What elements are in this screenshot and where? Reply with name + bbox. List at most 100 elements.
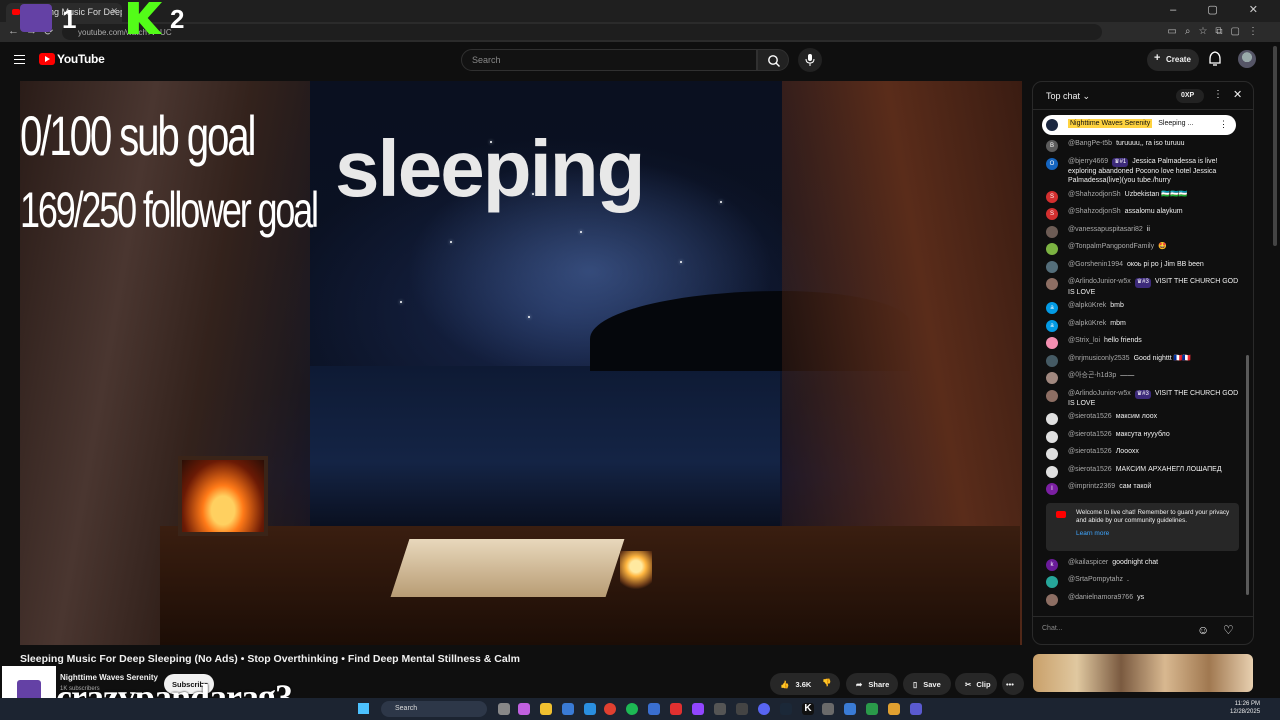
chat-message[interactable]: O @bjerry4669 ♛#1 Jessica Palmadessa is liv…: [1033, 155, 1247, 188]
discord-icon[interactable]: [758, 703, 770, 715]
chat-message[interactable]: @ArlindoJunior-w5x ♛#3 VISIT THE CHURCH GO…: [1033, 275, 1247, 299]
message-author[interactable]: @bjerry4669: [1068, 158, 1108, 165]
message-author[interactable]: @kailaspicer: [1068, 559, 1108, 566]
chat-message[interactable]: @sierota1526 Лооохх: [1033, 445, 1247, 463]
youtube-logo-icon[interactable]: [39, 53, 55, 65]
chat-message[interactable]: @ArlindoJunior-w5x ♛#3 VISIT THE CHURCH GO…: [1033, 387, 1247, 411]
related-video-thumbnail[interactable]: [1033, 654, 1253, 692]
message-author[interactable]: @ShahzodjonSh: [1068, 208, 1121, 215]
emoji-icon[interactable]: ☺: [1197, 623, 1209, 637]
store-icon[interactable]: [562, 703, 574, 715]
notifications-bell-icon[interactable]: [1208, 51, 1222, 67]
spotify-icon[interactable]: [626, 703, 638, 715]
save-button[interactable]: ▯ Save: [903, 673, 951, 695]
message-author[interactable]: @아승곤-h1d3p: [1068, 372, 1116, 379]
message-author[interactable]: @sierota1526: [1068, 413, 1112, 420]
app-icon[interactable]: [888, 703, 900, 715]
message-author[interactable]: @ShahzodjonSh: [1068, 191, 1121, 198]
chat-message[interactable]: S @ShahzodjonSh Uzbekistan 🇺🇿🇺🇿🇺🇿: [1033, 188, 1247, 206]
kick-icon[interactable]: K: [802, 703, 814, 715]
message-author[interactable]: @alpküKrek: [1068, 302, 1106, 309]
pinned-message[interactable]: Nighttime Waves Serenity Sleeping ... ⋮: [1042, 115, 1236, 135]
app-icon[interactable]: [670, 703, 682, 715]
window-controls[interactable]: – ▢ ✕: [1170, 3, 1272, 16]
teams-icon[interactable]: [910, 703, 922, 715]
message-author[interactable]: @SrtaPompytahz: [1068, 576, 1123, 583]
chat-message[interactable]: a @alpküKrek mbm: [1033, 317, 1247, 335]
steam-icon[interactable]: [780, 703, 792, 715]
message-author[interactable]: @Strix_loi: [1068, 337, 1100, 344]
app-icon[interactable]: [866, 703, 878, 715]
search-input[interactable]: Search: [461, 49, 757, 71]
copilot-icon[interactable]: [518, 703, 530, 715]
chat-message[interactable]: @Strix_loi hello friends: [1033, 334, 1247, 352]
voice-search-button[interactable]: [798, 48, 822, 72]
share-button[interactable]: ➦ Share: [846, 673, 898, 695]
message-author[interactable]: @Gorshenin1994: [1068, 261, 1123, 268]
app-icon[interactable]: [648, 703, 660, 715]
message-author[interactable]: @imprintz2369: [1068, 483, 1115, 490]
pinned-more-icon[interactable]: ⋮: [1219, 119, 1228, 130]
taskbar-search[interactable]: Search: [381, 701, 487, 717]
message-author[interactable]: @ArlindoJunior-w5x: [1068, 390, 1131, 397]
message-author[interactable]: @nrjmusiconly2535: [1068, 355, 1130, 362]
hamburger-menu-icon[interactable]: [14, 55, 25, 64]
search-button[interactable]: [757, 49, 789, 71]
chat-mode-dropdown[interactable]: Top chat ⌄: [1046, 91, 1090, 102]
app-icon[interactable]: [844, 703, 856, 715]
more-options-icon[interactable]: ⋮: [1213, 89, 1223, 100]
url-field[interactable]: youtube.com/watch?v=UC: [62, 24, 1102, 40]
clip-button[interactable]: ✂ Clip: [955, 673, 997, 695]
page-scrollbar[interactable]: [1273, 46, 1277, 246]
account-avatar[interactable]: [1238, 50, 1256, 68]
edge-icon[interactable]: [584, 703, 596, 715]
chat-message[interactable]: @Gorshenin1994 окоь pi po j Jim BB been: [1033, 258, 1247, 276]
start-icon[interactable]: [358, 703, 369, 714]
chat-message[interactable]: k @kailaspicer goodnight chat: [1033, 556, 1247, 574]
app-icon[interactable]: [736, 703, 748, 715]
back-icon[interactable]: ←: [8, 25, 19, 37]
task-view-icon[interactable]: [498, 703, 510, 715]
chat-message[interactable]: @nrjmusiconly2535 Good nighttt 🇫🇷🇫🇷: [1033, 352, 1247, 370]
chat-message[interactable]: S @ShahzodjonSh assalomu alaykum: [1033, 205, 1247, 223]
close-tab-icon[interactable]: ✕: [110, 6, 118, 17]
app-icon[interactable]: [714, 703, 726, 715]
chat-input[interactable]: Chat...: [1042, 625, 1063, 632]
chat-message[interactable]: @danielnamora9766 ys: [1033, 591, 1247, 609]
message-author[interactable]: @TonpalmPangpondFamily: [1068, 243, 1154, 250]
message-author[interactable]: @BangPe-t5b: [1068, 140, 1112, 147]
heart-icon[interactable]: ♡: [1223, 623, 1234, 637]
chat-message[interactable]: @TonpalmPangpondFamily 🤩: [1033, 240, 1247, 258]
learn-more-link[interactable]: Learn more: [1076, 530, 1231, 538]
chat-scrollbar[interactable]: [1246, 355, 1249, 595]
chat-message[interactable]: @sierota1526 МАКСИМ АРХАНЕГЛ ЛОШАПЕД: [1033, 463, 1247, 481]
twitch-icon[interactable]: [692, 703, 704, 715]
create-button[interactable]: + Create: [1147, 49, 1199, 71]
message-author[interactable]: @danielnamora9766: [1068, 594, 1133, 601]
extension-icons[interactable]: ▭⌕☆⧉▢⋮: [1167, 26, 1266, 37]
thumbs-down-icon[interactable]: 👎: [822, 678, 831, 687]
message-author[interactable]: @sierota1526: [1068, 448, 1112, 455]
xp-badge[interactable]: 0XP: [1176, 89, 1204, 103]
chat-message[interactable]: I @imprintz2369 сам такой: [1033, 480, 1247, 498]
chat-message[interactable]: @아승곤-h1d3p ——: [1033, 369, 1247, 387]
chrome-icon[interactable]: [604, 703, 616, 715]
chat-message[interactable]: @vanessapuspitasari82 ii: [1033, 223, 1247, 241]
message-author[interactable]: @vanessapuspitasari82: [1068, 226, 1143, 233]
chat-message[interactable]: B @BangPe-t5b turuuuu,, ra iso turuuu: [1033, 137, 1247, 155]
chat-message[interactable]: @sierota1526 максим лоох: [1033, 410, 1247, 428]
message-author[interactable]: @sierota1526: [1068, 466, 1112, 473]
video-player[interactable]: 0/100 sub goal 169/250 follower goal sle…: [20, 81, 1022, 645]
chat-message[interactable]: @SrtaPompytahz.: [1033, 573, 1247, 591]
message-author[interactable]: @sierota1526: [1068, 431, 1112, 438]
more-actions-button[interactable]: •••: [1002, 673, 1024, 695]
system-clock[interactable]: 11:26 PM 12/28/2025: [1230, 700, 1260, 716]
chat-message[interactable]: a @alpküKrek bmb: [1033, 299, 1247, 317]
like-button[interactable]: 👍 3.6K 👎: [770, 673, 840, 695]
close-chat-icon[interactable]: ✕: [1233, 88, 1242, 101]
file-explorer-icon[interactable]: [540, 703, 552, 715]
chat-message[interactable]: @sierota1526 максута нуууб​ло: [1033, 428, 1247, 446]
message-author[interactable]: @ArlindoJunior-w5x: [1068, 278, 1131, 285]
app-icon[interactable]: [822, 703, 834, 715]
youtube-wordmark[interactable]: YouTube: [57, 52, 105, 66]
